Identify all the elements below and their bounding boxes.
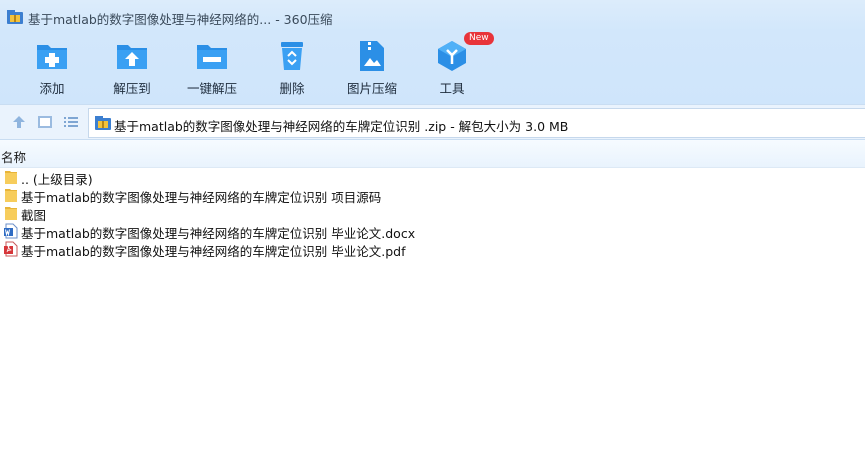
archive-file-icon <box>95 116 111 130</box>
list-item[interactable]: 基于matlab的数字图像处理与神经网络的车牌定位识别 毕业论文.docx <box>0 222 865 241</box>
folder-icon <box>5 207 17 220</box>
image-compress-icon <box>360 41 384 71</box>
list-item-parent-dir[interactable]: .. (上级目录) <box>0 168 865 187</box>
up-arrow-icon[interactable] <box>11 114 27 130</box>
file-name: 基于matlab的数字图像处理与神经网络的车牌定位识别 毕业论文.pdf <box>21 244 406 259</box>
path-field[interactable]: 基于matlab的数字图像处理与神经网络的车牌定位识别 .zip - 解包大小为… <box>88 108 865 138</box>
title-bar: 基于matlab的数字图像处理与神经网络的... - 360压缩 <box>0 0 865 34</box>
pdf-document-icon <box>4 241 18 257</box>
image-compress-button[interactable]: 图片压缩 <box>332 34 412 100</box>
column-header-name[interactable]: 名称 <box>0 140 865 168</box>
window-header: 基于matlab的数字图像处理与神经网络的... - 360压缩 添加 解压到 <box>0 0 865 104</box>
extract-to-button[interactable]: 解压到 <box>92 34 172 100</box>
add-button[interactable]: 添加 <box>12 34 92 100</box>
folder-extract-icon <box>117 45 147 69</box>
recycle-bin-icon <box>281 42 303 70</box>
list-item[interactable]: 基于matlab的数字图像处理与神经网络的车牌定位识别 毕业论文.pdf <box>0 240 865 259</box>
one-click-extract-label: 一键解压 <box>186 81 237 96</box>
tools-button[interactable]: New 工具 <box>412 32 494 100</box>
folder-icon <box>5 171 17 184</box>
file-rows: .. (上级目录) 基于matlab的数字图像处理与神经网络的车牌定位识别 项目… <box>0 168 865 259</box>
file-list: 名称 .. (上级目录) 基于matlab的数字图像处理与神经网络的车牌定位识别… <box>0 140 865 461</box>
new-badge: New <box>464 32 494 45</box>
column-name-label: 名称 <box>1 150 27 165</box>
archive-app-icon <box>7 10 23 24</box>
image-compress-label: 图片压缩 <box>346 81 397 96</box>
delete-label: 删除 <box>279 81 305 96</box>
tools-label: 工具 <box>439 81 465 96</box>
word-document-icon <box>4 223 18 239</box>
add-label: 添加 <box>39 81 65 96</box>
folder-icon <box>5 189 17 202</box>
one-click-extract-icon <box>197 45 227 69</box>
tools-cube-icon <box>438 41 466 71</box>
address-bar: 基于matlab的数字图像处理与神经网络的车牌定位识别 .zip - 解包大小为… <box>0 104 865 140</box>
one-click-extract-button[interactable]: 一键解压 <box>172 34 252 100</box>
delete-button[interactable]: 删除 <box>252 34 332 100</box>
extract-to-label: 解压到 <box>113 81 151 96</box>
view-list-icon[interactable] <box>63 114 79 130</box>
list-item[interactable]: 基于matlab的数字图像处理与神经网络的车牌定位识别 项目源码 <box>0 186 865 205</box>
list-item[interactable]: 截图 <box>0 204 865 223</box>
main-toolbar: 添加 解压到 一键解压 删除 图片压缩 New 工具 <box>0 32 865 104</box>
view-large-icon[interactable] <box>37 114 53 130</box>
path-text: 基于matlab的数字图像处理与神经网络的车牌定位识别 .zip - 解包大小为… <box>114 119 569 134</box>
folder-add-icon <box>37 45 67 69</box>
window-title: 基于matlab的数字图像处理与神经网络的... - 360压缩 <box>28 12 333 27</box>
